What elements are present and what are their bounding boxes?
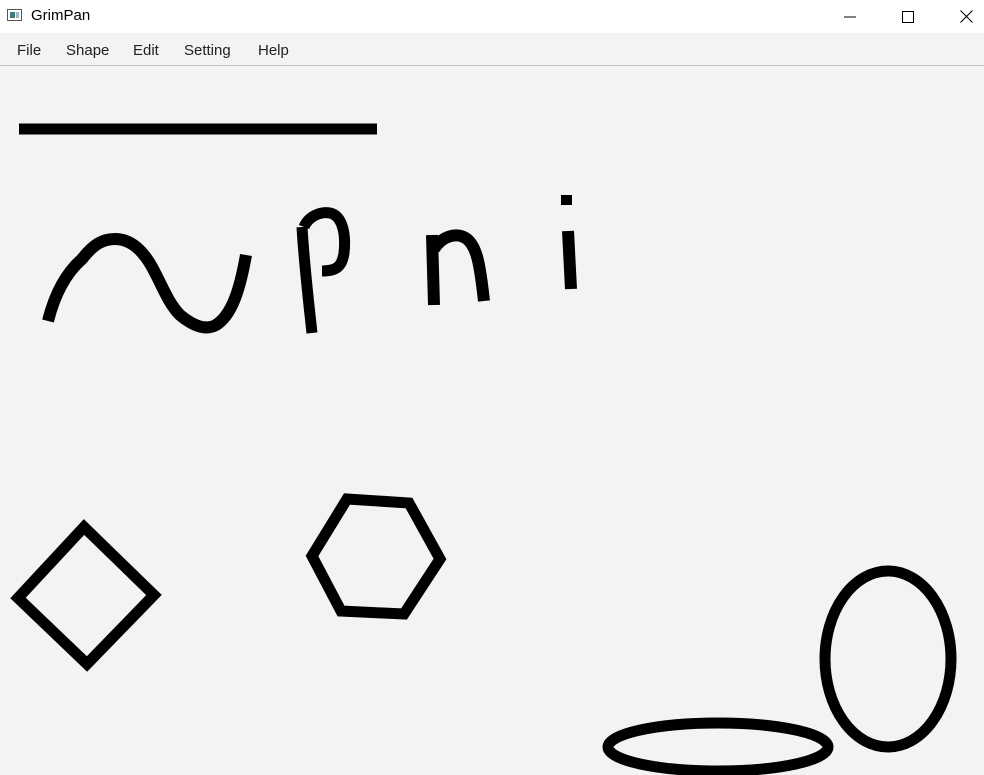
minimize-icon (844, 16, 856, 17)
shape-freehand-i-dot (561, 195, 572, 205)
menu-file[interactable]: File (17, 42, 41, 59)
maximize-button[interactable] (885, 0, 931, 33)
close-icon (959, 10, 973, 23)
shape-freehand-p (296, 207, 351, 334)
app-icon (7, 9, 22, 21)
title-bar[interactable]: GrimPan (0, 0, 984, 33)
shape-diamond (10, 519, 162, 672)
canvas-svg (10, 123, 957, 775)
window-title: GrimPan (31, 7, 91, 24)
shape-horizontal-oval (602, 717, 834, 775)
grimpan-window: GrimPan File Shape Edit Setting Help (0, 0, 984, 775)
shape-freehand-i-stem (562, 230, 577, 290)
menu-shape[interactable]: Shape (66, 42, 109, 59)
menu-help[interactable]: Help (258, 42, 289, 59)
shape-freehand-wave (42, 233, 252, 334)
maximize-icon (902, 10, 914, 23)
shape-vertical-oval (819, 565, 957, 753)
menu-edit[interactable]: Edit (133, 42, 159, 59)
shape-freehand-n (426, 229, 490, 306)
minimize-button[interactable] (827, 0, 873, 33)
shape-hexagon (305, 493, 447, 620)
close-button[interactable] (943, 0, 984, 33)
menu-bar: File Shape Edit Setting Help (0, 33, 984, 66)
menu-setting[interactable]: Setting (184, 42, 231, 59)
drawing-canvas[interactable] (0, 67, 984, 775)
